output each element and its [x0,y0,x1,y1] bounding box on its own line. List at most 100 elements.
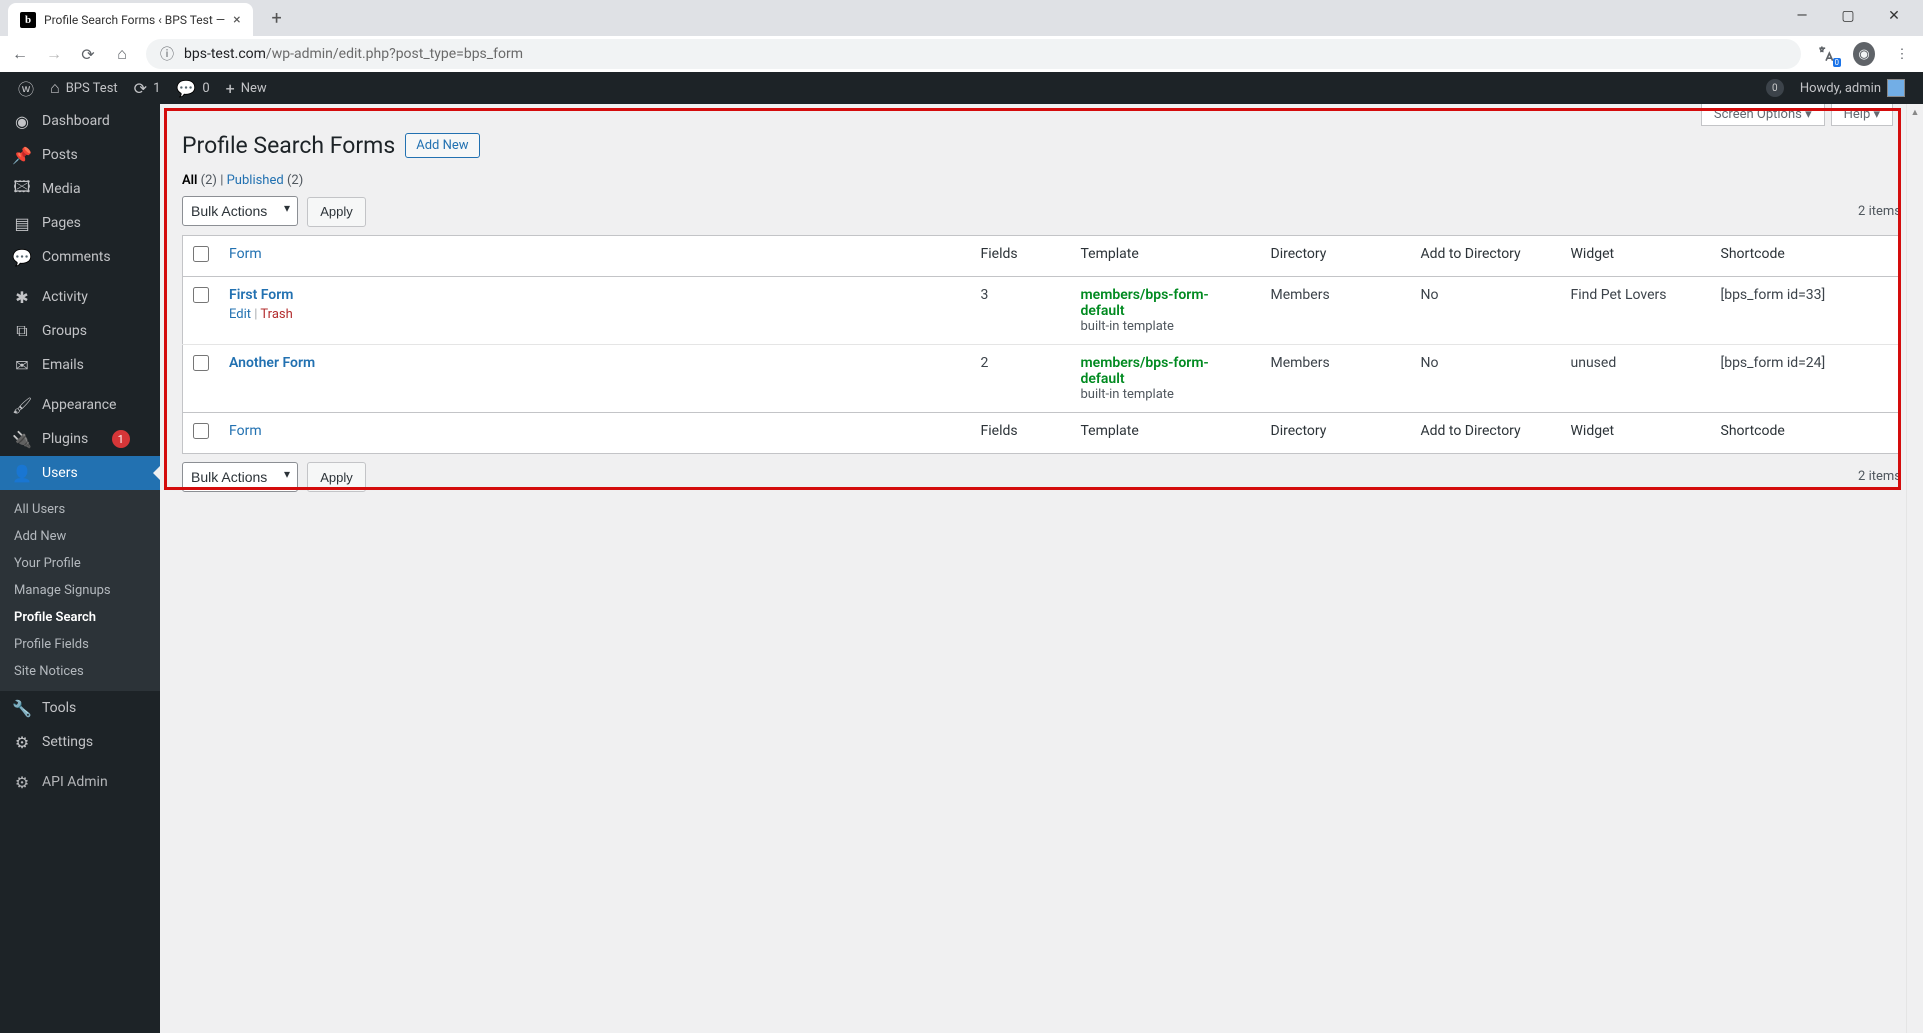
tab-title: Profile Search Forms ‹ BPS Test — [44,13,225,27]
menu-activity[interactable]: ✱Activity [0,280,160,314]
forms-table: Form Fields Template Directory Add to Di… [182,235,1901,454]
site-name[interactable]: ⌂BPS Test [42,72,126,104]
sub-profile-fields[interactable]: Profile Fields [0,631,160,658]
menu-label: Dashboard [42,113,110,129]
menu-settings[interactable]: ⚙Settings [0,725,160,759]
menu-label: Emails [42,357,84,373]
translate-icon[interactable]: 0 [1815,43,1837,65]
site-info-icon[interactable]: ⓘ [160,44,174,64]
comment-icon: 💬 [12,248,32,267]
menu-label: Posts [42,147,78,163]
cell-add: No [1411,344,1561,412]
bulk-actions-select-bottom[interactable]: Bulk Actions [182,462,298,492]
filter-all[interactable]: All [182,173,197,188]
col-form-header[interactable]: Form [229,246,262,262]
new-label: New [241,81,267,96]
col-template-header: Template [1071,235,1261,276]
wp-logo[interactable]: ⓦ [10,72,42,104]
help-label: Help [1844,107,1871,122]
filter-published-count: (2) [287,173,303,188]
apply-button-top[interactable]: Apply [307,197,366,227]
bulk-actions-select[interactable]: Bulk Actions [182,196,298,226]
filter-published[interactable]: Published [227,173,284,188]
my-account[interactable]: Howdy, admin [1792,72,1913,104]
col-add-footer: Add to Directory [1411,412,1561,453]
kebab-menu-icon[interactable]: ⋮ [1891,43,1913,65]
minimize-button[interactable]: — [1779,0,1825,32]
select-all-bottom[interactable] [193,423,209,439]
submenu-users: All Users Add New Your Profile Manage Si… [0,490,160,691]
sub-site-notices[interactable]: Site Notices [0,658,160,685]
row-checkbox[interactable] [193,355,209,371]
col-template-footer: Template [1071,412,1261,453]
sub-all-users[interactable]: All Users [0,496,160,523]
menu-label: Pages [42,215,81,231]
menu-pages[interactable]: ▤Pages [0,206,160,240]
col-form-footer[interactable]: Form [229,423,262,439]
filter-all-count: (2) [201,173,217,188]
menu-groups[interactable]: ⧉Groups [0,314,160,348]
reload-button[interactable]: ⟳ [78,44,98,64]
sub-manage-signups[interactable]: Manage Signups [0,577,160,604]
filter-published-label: Published [227,173,284,188]
sub-your-profile[interactable]: Your Profile [0,550,160,577]
back-button[interactable]: ← [10,44,30,64]
cell-fields: 3 [971,276,1071,344]
new-tab-button[interactable]: + [263,4,291,32]
apply-button-bottom[interactable]: Apply [307,462,366,492]
template-sub: built-in template [1081,319,1251,334]
profile-icon[interactable]: ◉ [1853,43,1875,65]
url-host: bps-test.com [184,46,266,62]
menu-dashboard[interactable]: ◉Dashboard [0,104,160,138]
comments-link[interactable]: 💬0 [168,72,217,104]
address-bar[interactable]: ⓘ bps-test.com/wp-admin/edit.php?post_ty… [146,39,1801,69]
updates-link[interactable]: ⟳1 [126,72,169,104]
edit-link[interactable]: Edit [229,307,251,322]
trash-link[interactable]: Trash [260,307,292,322]
cell-shortcode: [bps_form id=24] [1711,344,1901,412]
menu-plugins[interactable]: 🔌Plugins 1 [0,422,160,456]
menu-tools[interactable]: 🔧Tools [0,691,160,725]
select-all-top[interactable] [193,246,209,262]
sub-profile-search[interactable]: Profile Search [0,604,160,631]
menu-appearance[interactable]: 🖌Appearance [0,388,160,422]
menu-label: Users [42,465,78,481]
form-title-link[interactable]: Another Form [229,355,315,371]
notification-badge[interactable]: 0 [1766,79,1784,97]
wp-adminbar: ⓦ ⌂BPS Test ⟳1 💬0 +New 0 Howdy, admin [0,72,1923,104]
screen-options-button[interactable]: Screen Options ▾ [1701,104,1825,126]
maximize-button[interactable]: ▢ [1825,0,1871,32]
new-content[interactable]: +New [218,72,275,104]
tab-close-icon[interactable]: × [233,12,240,28]
scroll-up-icon[interactable]: ▲ [1907,104,1923,121]
plugin-count-badge: 1 [112,430,130,448]
filter-all-label: All [182,173,197,188]
cell-fields: 2 [971,344,1071,412]
menu-label: Comments [42,249,111,265]
menu-api-admin[interactable]: ⚙API Admin [0,765,160,799]
help-button[interactable]: Help ▾ [1831,104,1893,126]
user-icon: 👤 [12,464,32,483]
browser-tab[interactable]: b Profile Search Forms ‹ BPS Test — × [8,3,253,37]
home-button[interactable]: ⌂ [112,44,132,64]
row-checkbox[interactable] [193,287,209,303]
scrollbar[interactable]: ▲ [1906,104,1923,1033]
sub-add-new[interactable]: Add New [0,523,160,550]
template-link[interactable]: members/bps-form-default [1081,287,1209,319]
form-title-link[interactable]: First Form [229,287,293,303]
menu-emails[interactable]: ✉Emails [0,348,160,382]
add-new-button[interactable]: Add New [405,133,479,158]
pin-icon: 📌 [12,146,32,165]
media-icon: 🖾 [12,176,32,203]
forward-button[interactable]: → [44,44,64,64]
template-link[interactable]: members/bps-form-default [1081,355,1209,387]
close-window-button[interactable]: ✕ [1871,0,1917,32]
menu-users[interactable]: 👤 Users [0,456,160,490]
menu-label: Tools [42,700,76,716]
cell-directory: Members [1261,344,1411,412]
menu-comments[interactable]: 💬 Comments [0,240,160,274]
menu-media[interactable]: 🖾Media [0,172,160,206]
comments-count: 0 [202,81,209,96]
menu-posts[interactable]: 📌 Posts [0,138,160,172]
tablenav-bottom: Bulk Actions Apply 2 items [182,462,1901,493]
